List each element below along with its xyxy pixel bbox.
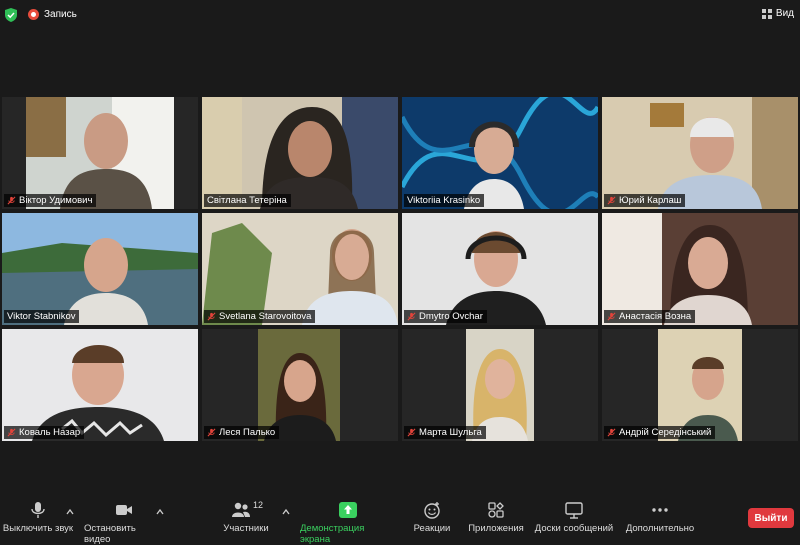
participant-video (202, 329, 398, 441)
mic-muted-icon (607, 196, 616, 205)
mic-muted-icon (407, 312, 416, 321)
participant-video (2, 97, 198, 209)
participant-name-tag: Коваль Назар (4, 426, 85, 439)
reactions-label: Реакции (413, 523, 451, 534)
video-tile[interactable]: Анастасія Возна (602, 213, 798, 325)
video-camera-icon (116, 505, 132, 515)
view-button[interactable]: Вид (761, 8, 794, 19)
mic-muted-icon (407, 428, 416, 437)
participant-name: Viktor Stabnikov (7, 311, 76, 322)
share-screen-label: Демонстрация экрана (300, 523, 365, 545)
participant-name: Юрий Карлаш (619, 195, 682, 206)
participants-label: Участники (223, 523, 269, 534)
participant-name: Коваль Назар (19, 427, 81, 438)
meeting-top-bar: Запись Вид (0, 0, 800, 30)
participants-count: 12 (253, 500, 264, 510)
participants-icon-wrap: 12 (231, 500, 264, 519)
video-tile[interactable]: Віктор Удимович (2, 97, 198, 209)
participant-video (602, 97, 798, 209)
more-dots-icon (652, 508, 668, 512)
reactions-button[interactable]: Реакции (410, 496, 454, 534)
participant-name-tag: Svetlana Starovoitova (204, 310, 316, 323)
participant-name: Світлана Тетеріна (207, 195, 287, 206)
video-label: Остановить видео (84, 523, 136, 545)
chevron-up-icon[interactable] (66, 508, 74, 516)
recording-indicator[interactable]: Запись (28, 9, 77, 20)
participant-video (402, 97, 598, 209)
smiley-icon (424, 502, 440, 519)
mic-muted-icon (607, 428, 616, 437)
video-tile-active-speaker[interactable]: Світлана Тетеріна (202, 97, 398, 209)
record-label: Запись (44, 9, 77, 20)
whiteboard-label: Доски сообщений (534, 523, 614, 534)
whiteboards-button[interactable]: Доски сообщений (534, 496, 614, 534)
participant-video (402, 329, 598, 441)
more-button[interactable]: Дополнительно (624, 496, 696, 534)
mute-button[interactable]: Выключить звук (2, 496, 74, 534)
chevron-up-icon[interactable] (282, 508, 290, 516)
meeting-toolbar: Выключить звук Остановить видео 12 Участ… (0, 496, 800, 545)
leave-meeting-button[interactable]: Выйти (748, 508, 794, 528)
participants-button[interactable]: 12 Участники (222, 496, 270, 534)
apps-icon (488, 502, 504, 518)
video-tile[interactable]: Леся Палько (202, 329, 398, 441)
participant-name-tag: Леся Палько (204, 426, 280, 439)
participant-name-tag: Dmytro Ovchar (404, 310, 487, 323)
mic-muted-icon (207, 312, 216, 321)
grid-view-icon (761, 8, 772, 19)
participant-name: Андрій Середінський (619, 427, 712, 438)
stop-video-button[interactable]: Остановить видео (84, 496, 164, 545)
participant-name-tag: Віктор Удимович (4, 194, 97, 207)
participant-video (2, 329, 198, 441)
apps-button[interactable]: Приложения (466, 496, 526, 534)
mic-muted-icon (207, 428, 216, 437)
chevron-up-icon[interactable] (156, 508, 164, 516)
participant-name-tag: Viktoriia Krasinko (404, 194, 485, 207)
video-tile[interactable]: Svetlana Starovoitova (202, 213, 398, 325)
video-tile[interactable]: Dmytro Ovchar (402, 213, 598, 325)
record-icon (28, 9, 39, 20)
microphone-icon (31, 502, 45, 518)
view-label: Вид (775, 8, 794, 19)
participant-name-tag: Viktor Stabnikov (4, 310, 80, 323)
participant-video (602, 329, 798, 441)
participant-name-tag: Марта Шульга (404, 426, 486, 439)
participant-video (402, 213, 598, 325)
participant-video (202, 97, 398, 209)
participant-video (202, 213, 398, 325)
video-tile[interactable]: Viktoriia Krasinko (402, 97, 598, 209)
share-screen-button[interactable]: Демонстрация экрана (300, 496, 396, 545)
participant-video (602, 213, 798, 325)
apps-label: Приложения (468, 523, 524, 534)
participant-video (2, 213, 198, 325)
video-tile[interactable]: Марта Шульга (402, 329, 598, 441)
video-tile[interactable]: Коваль Назар (2, 329, 198, 441)
participant-name: Леся Палько (219, 427, 276, 438)
security-shield-icon[interactable] (5, 8, 17, 22)
video-tile[interactable]: Юрий Карлаш (602, 97, 798, 209)
video-tile[interactable]: Андрій Середінський (602, 329, 798, 441)
gallery-grid: Віктор Удимович Світлана Тетеріна Viktor… (2, 97, 799, 441)
more-label: Дополнительно (625, 523, 695, 534)
participant-name: Марта Шульга (419, 427, 482, 438)
participant-name: Svetlana Starovoitova (219, 311, 312, 322)
mute-label: Выключить звук (2, 523, 74, 534)
participant-name-tag: Юрий Карлаш (604, 194, 686, 207)
participant-name-tag: Анастасія Возна (604, 310, 696, 323)
share-screen-icon (339, 502, 357, 518)
whiteboard-icon (565, 502, 583, 519)
video-tile[interactable]: Viktor Stabnikov (2, 213, 198, 325)
mic-muted-icon (7, 196, 16, 205)
mic-muted-icon (7, 428, 16, 437)
mic-muted-icon (607, 312, 616, 321)
participant-name: Dmytro Ovchar (419, 311, 483, 322)
people-icon (232, 502, 250, 517)
participant-name-tag: Андрій Середінський (604, 426, 716, 439)
participant-name: Віктор Удимович (19, 195, 93, 206)
participant-name: Анастасія Возна (619, 311, 692, 322)
participant-name-tag: Світлана Тетеріна (204, 194, 291, 207)
participant-name: Viktoriia Krasinko (407, 195, 481, 206)
